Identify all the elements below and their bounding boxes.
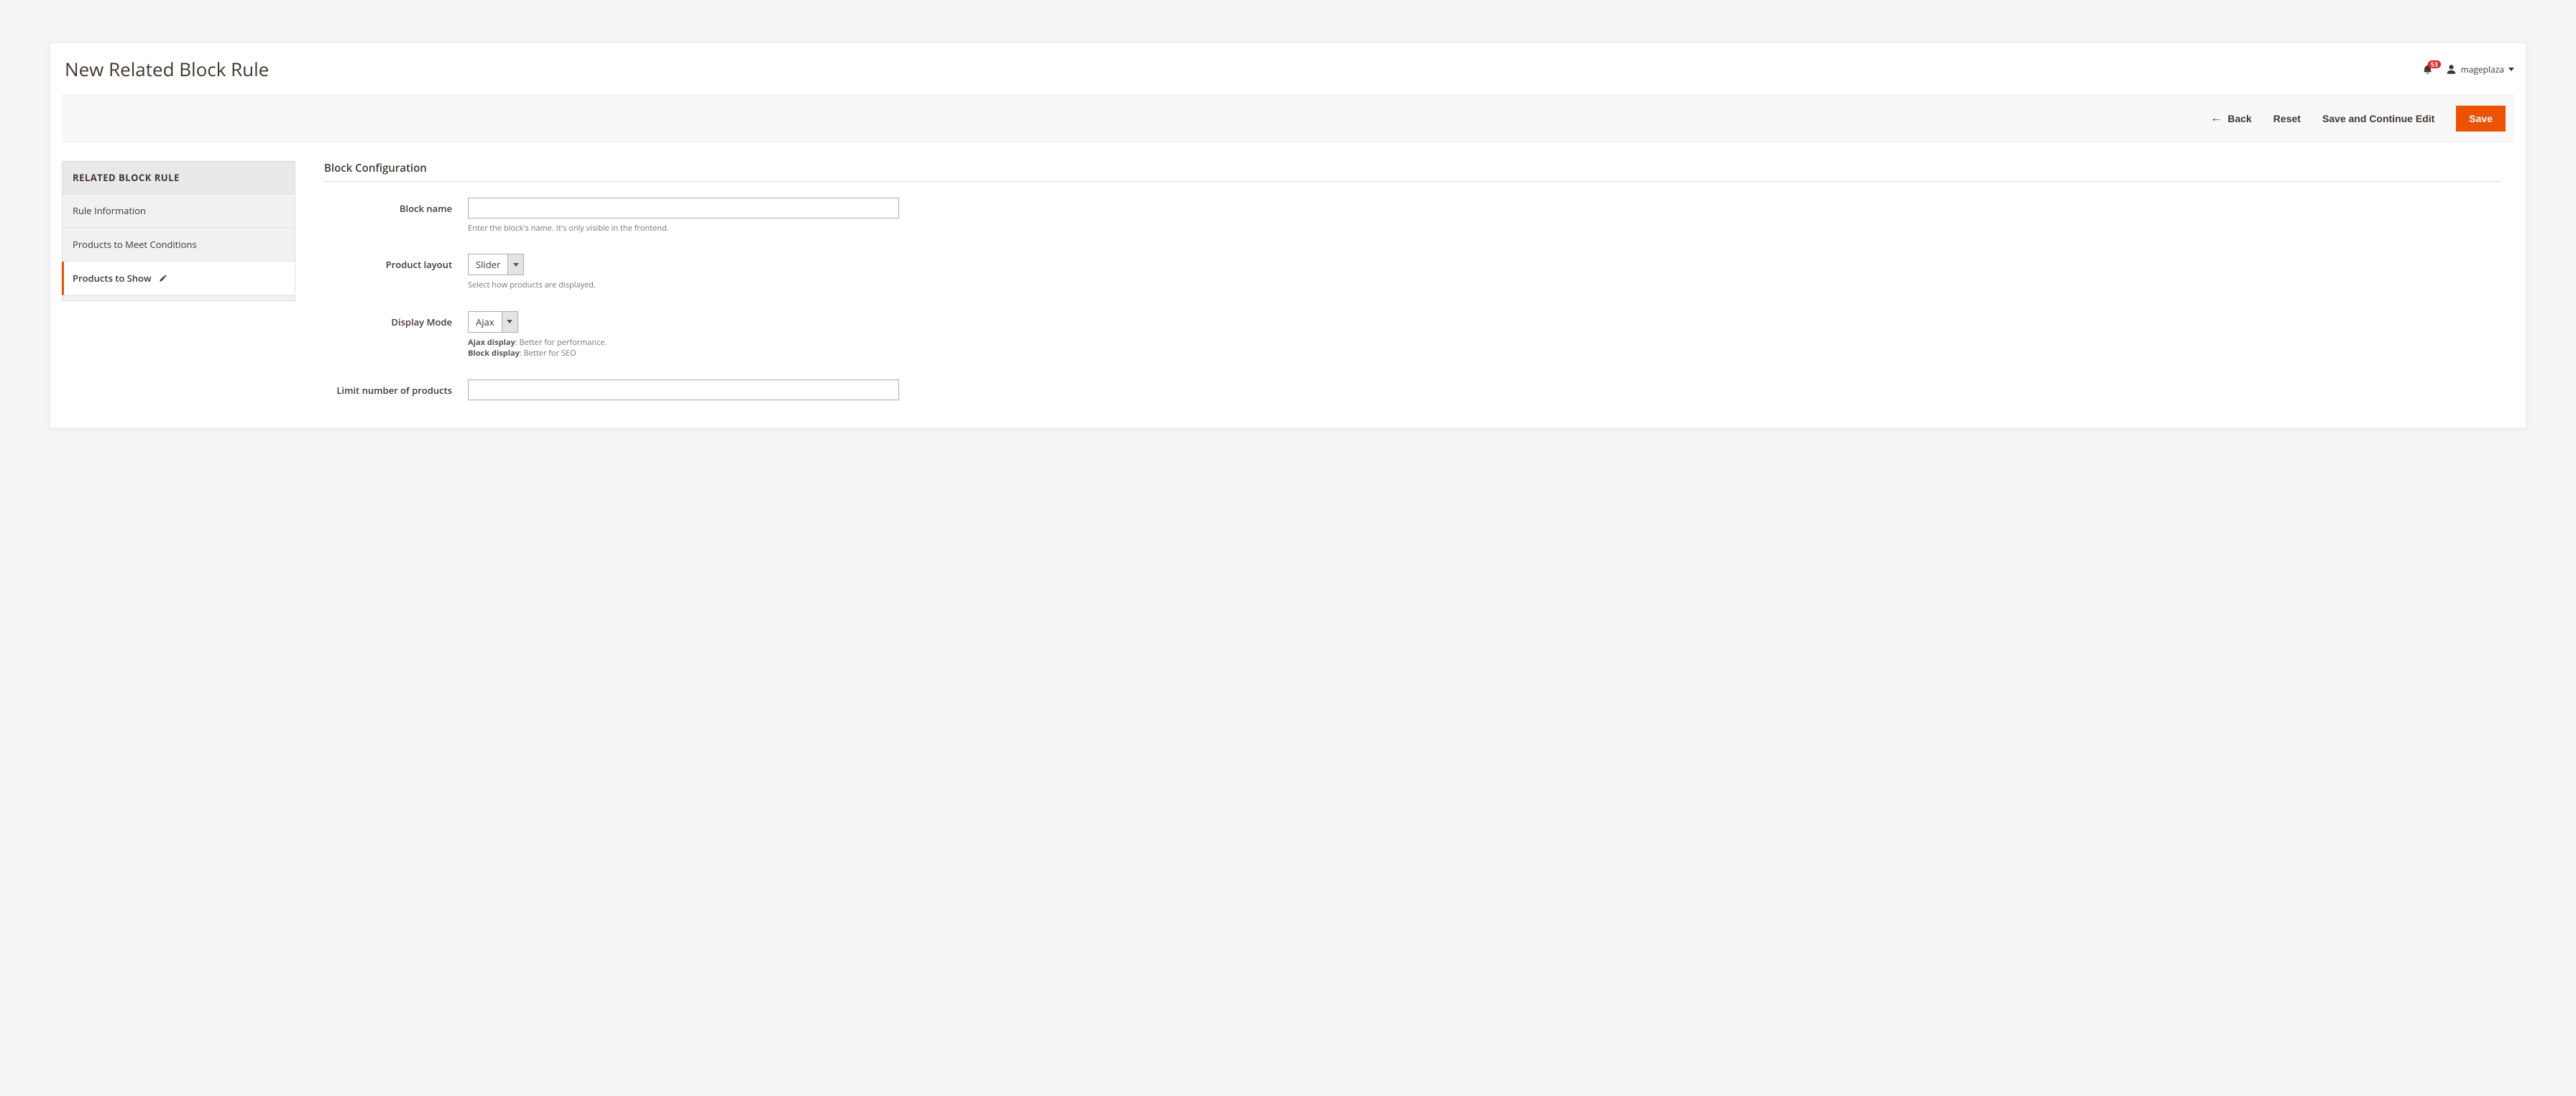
- save-continue-button[interactable]: Save and Continue Edit: [2322, 113, 2434, 124]
- reset-button[interactable]: Reset: [2273, 113, 2301, 124]
- hint-ajax-text: : Better for performance.: [515, 337, 607, 348]
- content: RELATED BLOCK RULE Rule Information Prod…: [50, 142, 2526, 420]
- field-label: Block name: [324, 198, 468, 215]
- sidebar: RELATED BLOCK RULE Rule Information Prod…: [62, 161, 295, 420]
- product-layout-select[interactable]: Slider: [468, 254, 524, 275]
- back-label: Back: [2227, 113, 2251, 124]
- pencil-icon: [159, 274, 167, 282]
- field-hint: Ajax display: Better for performance. Bl…: [468, 337, 899, 359]
- user-name: mageplaza: [2461, 63, 2504, 75]
- section-title: Block Configuration: [324, 161, 2500, 182]
- field-block-name: Block name Enter the block's name. It's …: [324, 198, 2500, 234]
- action-bar: ← Back Reset Save and Continue Edit Save: [62, 95, 2514, 142]
- sidebar-item-label: Rule Information: [73, 204, 146, 217]
- arrow-left-icon: ←: [2210, 112, 2222, 125]
- limit-input[interactable]: [468, 379, 899, 400]
- field-label: Limit number of products: [324, 379, 468, 397]
- admin-panel: New Related Block Rule 53 mageplaza ← Ba…: [50, 43, 2526, 428]
- page-header: New Related Block Rule 53 mageplaza: [50, 43, 2526, 88]
- hint-block-label: Block display: [468, 348, 520, 359]
- user-icon: [2446, 64, 2457, 75]
- sidebar-heading: RELATED BLOCK RULE: [62, 161, 295, 194]
- field-hint: Enter the block's name. It's only visibl…: [468, 223, 899, 234]
- block-name-input[interactable]: [468, 198, 899, 218]
- save-button[interactable]: Save: [2456, 106, 2506, 132]
- sidebar-item-products-to-show[interactable]: Products to Show: [62, 262, 295, 295]
- hint-block-text: : Better for SEO: [520, 348, 576, 359]
- back-button[interactable]: ← Back: [2210, 112, 2251, 125]
- sidebar-item-rule-information[interactable]: Rule Information: [62, 194, 295, 228]
- select-value: Slider: [469, 254, 507, 275]
- field-hint: Select how products are displayed.: [468, 280, 899, 290]
- chevron-down-icon: [2508, 68, 2514, 71]
- field-limit: Limit number of products: [324, 379, 2500, 400]
- field-product-layout: Product layout Slider Select how product…: [324, 254, 2500, 290]
- hint-ajax-label: Ajax display: [468, 337, 515, 348]
- field-display-mode: Display Mode Ajax Ajax display: Better f…: [324, 311, 2500, 359]
- notifications-button[interactable]: 53: [2422, 64, 2433, 75]
- page-title: New Related Block Rule: [62, 56, 269, 82]
- chevron-down-icon: [507, 254, 523, 275]
- sidebar-spacer: [62, 295, 295, 301]
- display-mode-select[interactable]: Ajax: [468, 311, 518, 333]
- notification-badge: 53: [2428, 60, 2441, 68]
- field-label: Product layout: [324, 254, 468, 271]
- select-value: Ajax: [469, 312, 502, 332]
- sidebar-item-products-conditions[interactable]: Products to Meet Conditions: [62, 228, 295, 262]
- header-tools: 53 mageplaza: [2422, 63, 2514, 75]
- user-menu[interactable]: mageplaza: [2446, 63, 2514, 75]
- sidebar-item-label: Products to Meet Conditions: [73, 238, 197, 251]
- main-form: Block Configuration Block name Enter the…: [324, 161, 2514, 420]
- field-label: Display Mode: [324, 311, 468, 328]
- chevron-down-icon: [502, 312, 518, 332]
- sidebar-item-label: Products to Show: [73, 272, 152, 285]
